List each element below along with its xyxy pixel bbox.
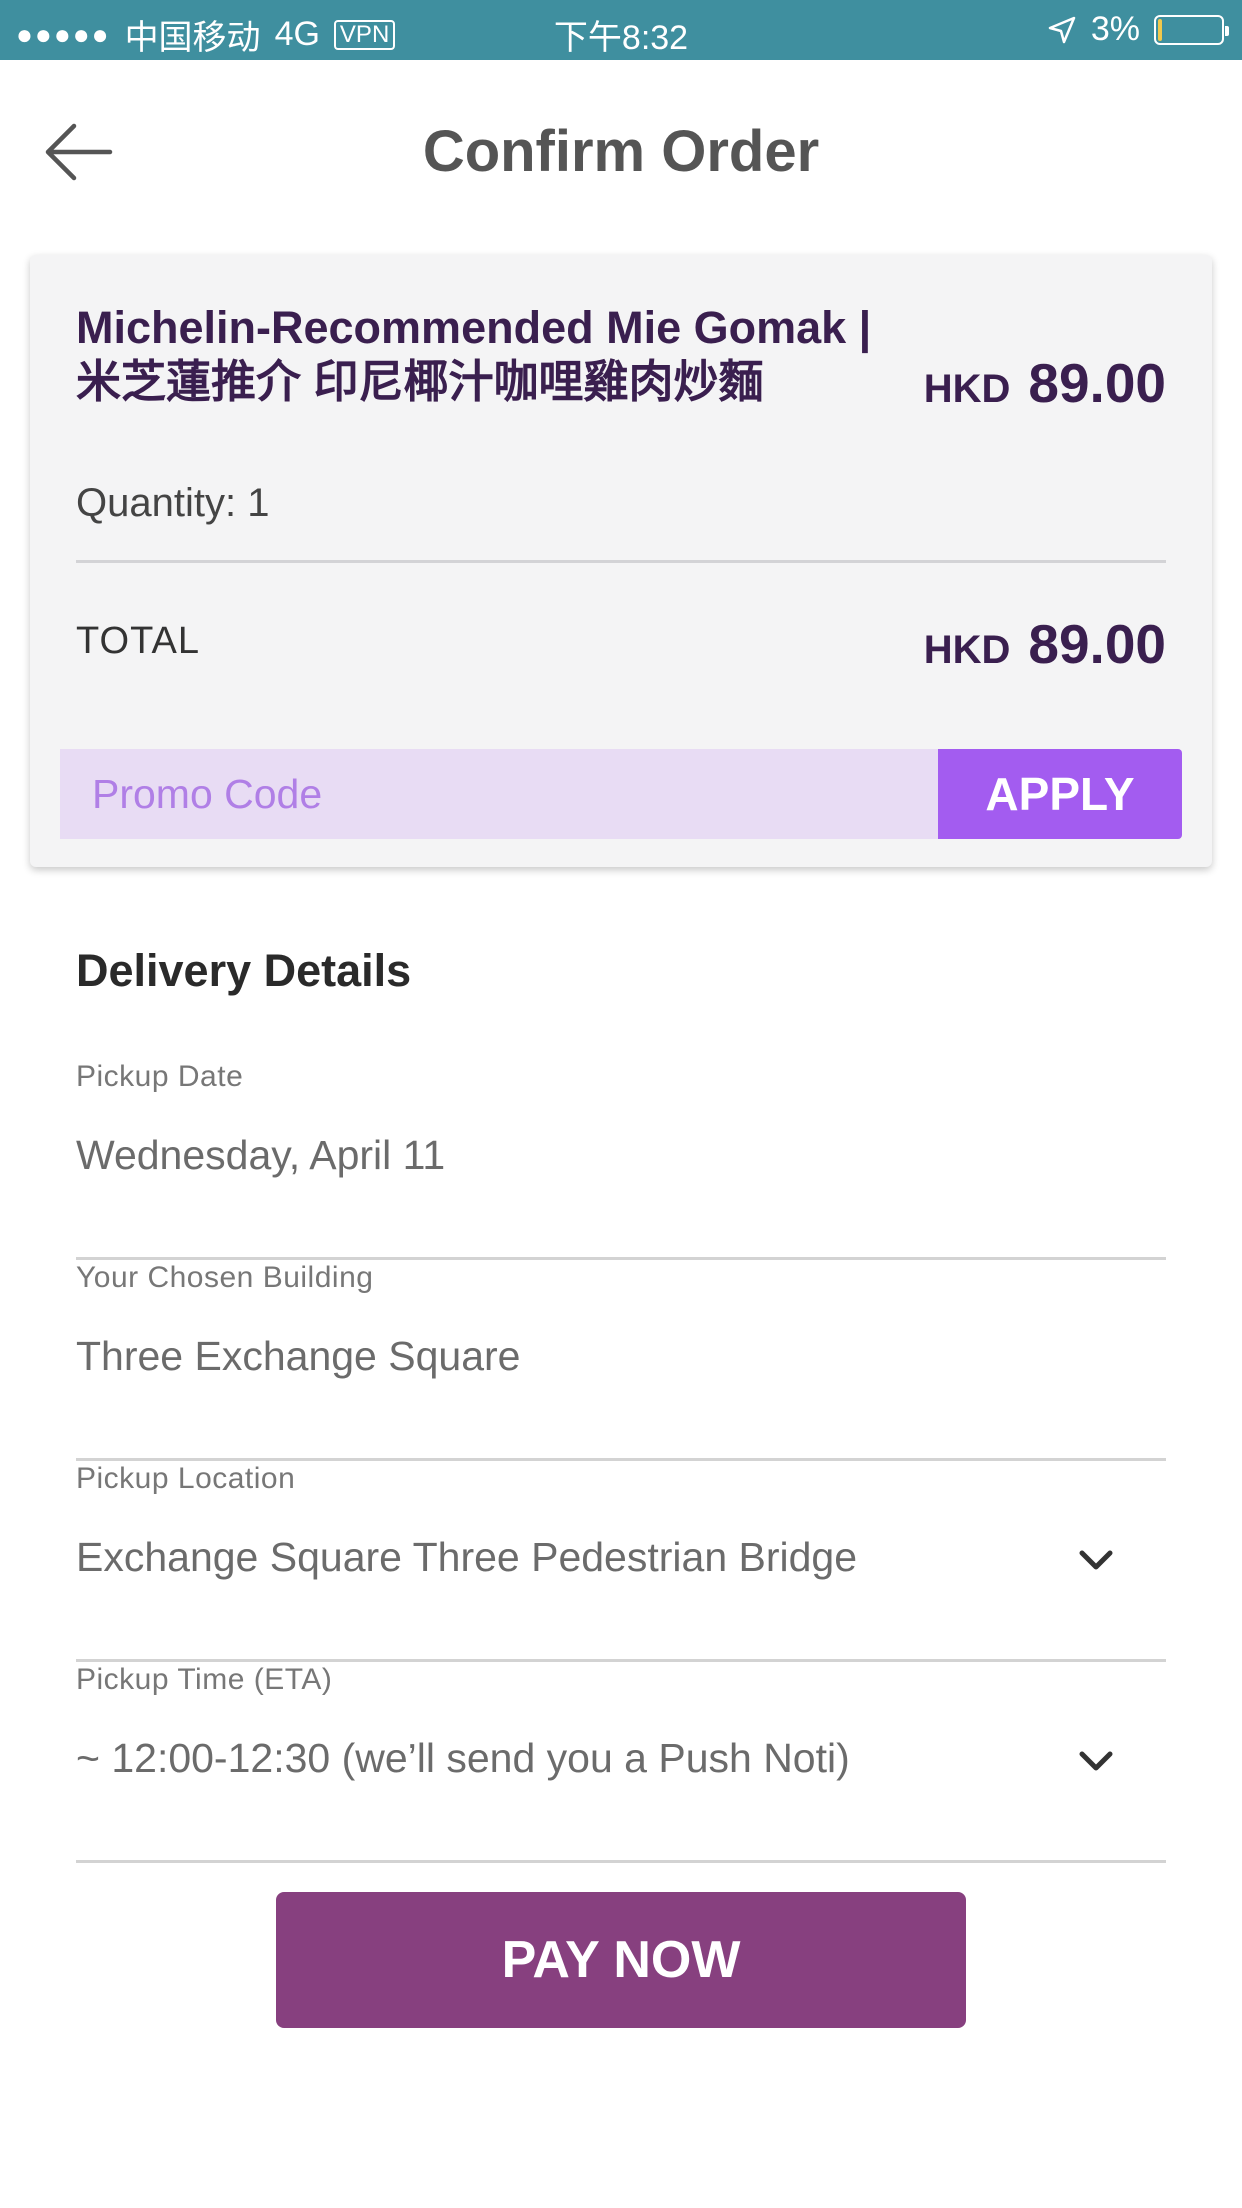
pickup-date-field[interactable]: Pickup Date Wednesday, April 11 <box>76 1060 1166 1260</box>
item-price-amount: 89.00 <box>1028 352 1166 414</box>
location-arrow-icon <box>1048 16 1076 43</box>
building-label: Your Chosen Building <box>76 1261 374 1294</box>
card-divider <box>76 560 1166 563</box>
pickup-time-select[interactable]: Pickup Time (ETA) ~ 12:00-12:30 (we’ll s… <box>76 1663 1166 1863</box>
total-price-currency: HKD <box>923 628 1011 672</box>
chevron-down-icon[interactable] <box>1076 1741 1116 1781</box>
pickup-date-label: Pickup Date <box>76 1060 244 1093</box>
order-summary-card: Michelin-Recommended Mie Gomak | 米芝蓮推介 印… <box>30 255 1212 867</box>
delivery-details-title: Delivery Details <box>76 945 412 996</box>
building-value: Three Exchange Square <box>76 1333 521 1379</box>
pickup-date-value: Wednesday, April 11 <box>76 1132 446 1178</box>
item-name: Michelin-Recommended Mie Gomak | 米芝蓮推介 印… <box>76 302 872 407</box>
battery-icon <box>1154 14 1229 45</box>
pickup-location-value: Exchange Square Three Pedestrian Bridge <box>76 1534 858 1580</box>
battery-percent: 3% <box>1090 10 1140 48</box>
total-label: TOTAL <box>76 620 200 662</box>
apply-button[interactable]: APPLY <box>938 749 1182 839</box>
item-price: HKD 89.00 <box>924 351 1166 415</box>
status-bar: ●●●●● 中国移动 4G VPN 下午8:32 3% <box>0 0 1242 60</box>
page-title: Confirm Order <box>422 119 820 184</box>
pickup-time-label: Pickup Time (ETA) <box>76 1663 333 1696</box>
chevron-down-icon[interactable] <box>1076 1540 1116 1580</box>
item-quantity: Quantity: 1 <box>76 481 270 525</box>
pay-now-button[interactable]: PAY NOW <box>276 1892 966 2028</box>
promo-code-input[interactable] <box>60 749 940 839</box>
battery-fill <box>1158 18 1162 41</box>
status-right: 3% <box>1047 10 1229 49</box>
total-price: HKD 89.00 <box>924 612 1166 676</box>
item-price-currency: HKD <box>923 367 1011 411</box>
header: Confirm Order <box>0 60 1242 240</box>
pickup-location-label: Pickup Location <box>76 1462 296 1495</box>
pickup-location-select[interactable]: Pickup Location Exchange Square Three Pe… <box>76 1462 1166 1662</box>
building-field[interactable]: Your Chosen Building Three Exchange Squa… <box>76 1261 1166 1461</box>
total-price-amount: 89.00 <box>1028 613 1166 675</box>
pickup-time-value: ~ 12:00-12:30 (we’ll send you a Push Not… <box>76 1735 850 1781</box>
